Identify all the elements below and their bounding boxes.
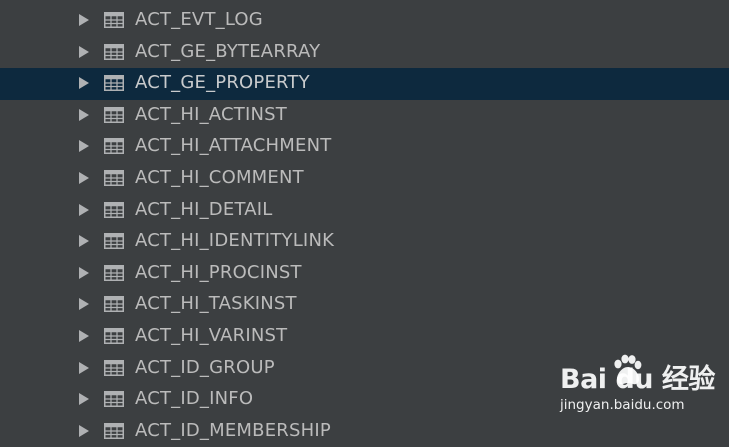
table-icon	[104, 106, 124, 123]
expand-arrow-icon[interactable]	[79, 171, 89, 184]
table-icon	[104, 43, 124, 60]
table-icon	[104, 75, 124, 92]
table-icon	[104, 233, 124, 250]
expand-arrow-icon[interactable]	[79, 235, 89, 248]
tree-item-table[interactable]: ACT_HI_PROCINST	[0, 258, 729, 290]
expand-arrow-icon[interactable]	[79, 140, 89, 153]
baidu-jingyan-watermark: Bai du 经验 jingyan.baidu.com	[556, 353, 715, 423]
tree-item-label: ACT_EVT_LOG	[135, 9, 263, 30]
table-icon	[104, 327, 124, 344]
tree-item-label: ACT_HI_COMMENT	[135, 166, 304, 188]
expand-arrow-icon[interactable]	[79, 45, 89, 58]
table-icon	[104, 12, 124, 28]
expand-arrow-icon[interactable]	[79, 393, 89, 406]
tree-item-label: ACT_HI_DETAIL	[135, 198, 273, 220]
expand-arrow-icon[interactable]	[79, 14, 89, 26]
table-icon	[104, 264, 124, 281]
tree-item-label: ACT_HI_PROCINST	[135, 261, 302, 283]
tree-item-table[interactable]: ACT_HI_ACTINST	[0, 100, 729, 132]
expand-arrow-icon[interactable]	[79, 361, 89, 374]
tree-item-label: ACT_ID_GROUP	[135, 356, 275, 378]
tree-item-table[interactable]: ACT_EVT_LOG	[0, 5, 729, 37]
tree-item-table[interactable]: ACT_GE_BYTEARRAY	[0, 37, 729, 69]
tree-item-label: ACT_HI_ATTACHMENT	[135, 135, 332, 157]
table-icon	[104, 138, 124, 155]
tree-item-label: ACT_GE_BYTEARRAY	[135, 40, 321, 62]
tree-item-table[interactable]: ACT_HI_DETAIL	[0, 195, 729, 227]
tree-item-label: ACT_HI_TASKINST	[135, 293, 297, 315]
tree-item-table[interactable]: ACT_HI_TASKINST	[0, 289, 729, 321]
tree-item-table[interactable]: ACT_HI_ATTACHMENT	[0, 131, 729, 163]
table-icon	[104, 422, 124, 439]
table-icon	[104, 169, 124, 186]
expand-arrow-icon[interactable]	[79, 298, 89, 311]
table-icon	[104, 359, 124, 376]
tree-item-table[interactable]: ACT_HI_VARINST	[0, 321, 729, 353]
table-icon	[104, 391, 124, 408]
expand-arrow-icon[interactable]	[79, 77, 89, 90]
watermark-url: jingyan.baidu.com	[560, 397, 685, 413]
expand-arrow-icon[interactable]	[79, 203, 89, 216]
tree-item-label: ACT_ID_MEMBERSHIP	[135, 419, 331, 441]
tree-item-table[interactable]: ACT_GE_PROPERTY	[0, 68, 729, 100]
tree-item-table[interactable]: ACT_HI_IDENTITYLINK	[0, 226, 729, 258]
baidu-paw-logo	[614, 354, 642, 385]
tree-item-label: ACT_ID_INFO	[135, 388, 254, 410]
expand-arrow-icon[interactable]	[79, 424, 89, 437]
tree-item-table[interactable]: ACT_HI_COMMENT	[0, 163, 729, 195]
tree-item-label: ACT_HI_ACTINST	[135, 103, 287, 125]
table-icon	[104, 296, 124, 313]
tree-item-label: ACT_GE_PROPERTY	[135, 72, 310, 94]
expand-arrow-icon[interactable]	[79, 108, 89, 121]
tree-item-label: ACT_HI_IDENTITYLINK	[135, 230, 335, 252]
tree-item-label: ACT_HI_VARINST	[135, 324, 288, 346]
expand-arrow-icon[interactable]	[79, 266, 89, 279]
expand-arrow-icon[interactable]	[79, 329, 89, 342]
table-icon	[104, 201, 124, 218]
